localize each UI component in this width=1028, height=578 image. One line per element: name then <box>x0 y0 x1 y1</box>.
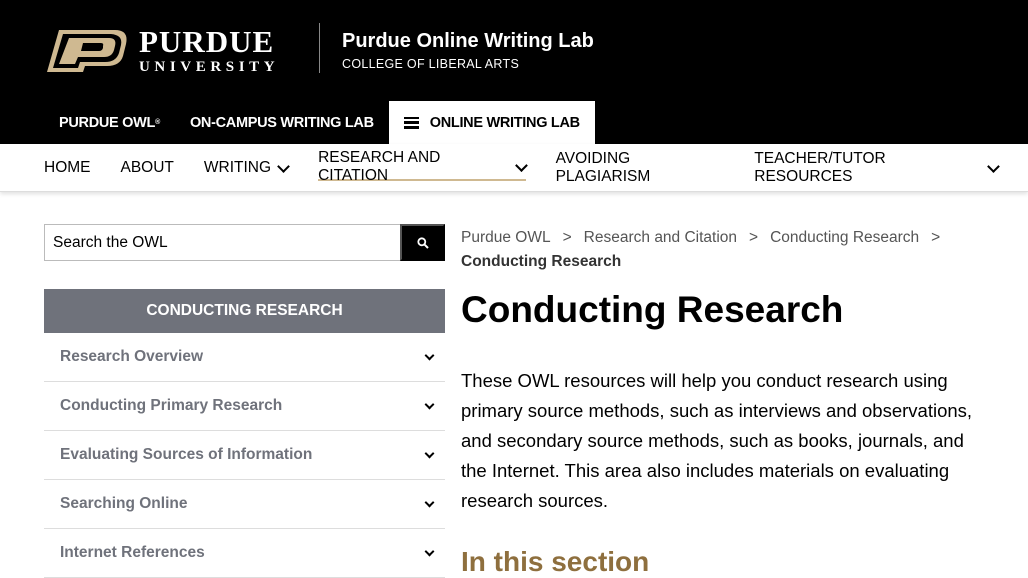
chevron-down-icon[interactable] <box>417 394 441 418</box>
tab-label: PURDUE OWL <box>59 114 156 131</box>
nav-label: AVOIDING PLAGIARISM <box>555 150 651 185</box>
sidebar-item-conducting-primary-research[interactable]: Conducting Primary Research <box>44 382 445 431</box>
sidebar-item-evaluating-sources[interactable]: Evaluating Sources of Information <box>44 431 445 480</box>
nav-items: HOME ABOUT WRITING RESEARCH AND CITATION… <box>44 144 1028 192</box>
sidebar-header[interactable]: CONDUCTING RESEARCH <box>44 289 445 333</box>
search-placeholder: Search the OWL <box>53 233 168 251</box>
tab-purdue-owl[interactable]: PURDUE OWL ® <box>44 101 175 144</box>
sidebar-item-searching-online[interactable]: Searching Online <box>44 480 445 529</box>
nav-label: HOME <box>44 159 91 176</box>
intro-paragraph: These OWL resources will help you conduc… <box>461 370 973 511</box>
chevron-down-icon[interactable] <box>417 443 441 467</box>
header-divider <box>319 23 320 73</box>
nav-label: TEACHER/TUTOR RESOURCES <box>754 150 886 185</box>
chevron-down-icon <box>514 158 528 172</box>
chevron-down-icon[interactable] <box>417 345 441 369</box>
search-button[interactable] <box>400 224 445 261</box>
breadcrumb-link[interactable]: Purdue OWL <box>461 229 551 246</box>
breadcrumb-current: Conducting Research <box>461 253 622 270</box>
hamburger-menu-icon <box>403 116 419 129</box>
nav-item-about[interactable]: ABOUT <box>121 155 174 181</box>
chevron-down-icon <box>277 159 290 173</box>
sidebar-item-label: Research Overview <box>60 348 204 365</box>
nav-item-avoiding-plagiarism[interactable]: AVOIDING PLAGIARISM <box>556 150 725 185</box>
sidebar-item-label: Evaluating Sources of Information <box>60 446 313 463</box>
breadcrumb-link[interactable]: Conducting Research <box>770 229 919 246</box>
purdue-logo[interactable]: PURDUE UNIVERSITY <box>45 26 295 76</box>
breadcrumb-link[interactable]: Research and Citation <box>584 229 737 246</box>
breadcrumb-separator: > <box>562 229 572 246</box>
section-heading: In this section <box>461 546 650 577</box>
sidebar-item-label: Internet References <box>60 544 205 561</box>
nav-item-research-and-citation[interactable]: RESEARCH AND CITATION <box>318 149 528 184</box>
nav-label: WRITING <box>203 159 272 176</box>
sidebar-item-label: Searching Online <box>60 495 188 512</box>
registered-mark: ® <box>155 119 160 126</box>
nav-item-writing[interactable]: WRITING <box>203 155 290 181</box>
page-title: Conducting Research <box>461 289 844 330</box>
nav-item-home[interactable]: HOME <box>44 155 91 181</box>
sidebar-list: Research Overview Conducting Primary Res… <box>44 333 445 578</box>
site-subtitle: COLLEGE OF LIBERAL ARTS <box>342 57 520 71</box>
breadcrumb: Purdue OWL > Research and Citation > Conduct… <box>461 226 1001 274</box>
breadcrumb-separator: > <box>749 229 759 246</box>
search-input[interactable]: Search the OWL <box>44 224 401 261</box>
site-title[interactable]: Purdue Online Writing Lab <box>342 30 594 53</box>
chevron-down-icon <box>987 159 1000 173</box>
chevron-down-icon[interactable] <box>417 492 441 516</box>
nav-item-teacher-tutor-resources[interactable]: TEACHER/TUTOR RESOURCES <box>754 150 1000 185</box>
sidebar-item-research-overview[interactable]: Research Overview <box>44 333 445 382</box>
main-nav: HOME ABOUT WRITING RESEARCH AND CITATION… <box>0 144 1028 192</box>
sidebar-item-label: Conducting Primary Research <box>60 397 283 414</box>
nav-label: RESEARCH AND CITATION <box>318 149 441 184</box>
purdue-p-icon <box>47 30 127 72</box>
breadcrumb-separator: > <box>931 229 941 246</box>
sidebar-item-internet-references[interactable]: Internet References <box>44 529 445 578</box>
logo-word-university: UNIVERSITY <box>139 59 280 75</box>
site-tabs: PURDUE OWL ® ON-CAMPUS WRITING LAB ONLINE… <box>44 101 595 144</box>
chevron-down-icon[interactable] <box>417 541 441 565</box>
logo-word-purdue: PURDUE <box>139 24 275 59</box>
nav-label: ABOUT <box>120 159 174 176</box>
tab-on-campus-writing-lab[interactable]: ON-CAMPUS WRITING LAB <box>175 101 389 144</box>
tab-label: ON-CAMPUS WRITING LAB <box>189 114 374 131</box>
tab-label: ONLINE WRITING LAB <box>429 114 580 131</box>
site-header: PURDUE UNIVERSITY Purdue Online Writing … <box>0 0 1028 144</box>
logo-wordmark: PURDUE UNIVERSITY <box>139 24 280 75</box>
tab-online-writing-lab[interactable]: ONLINE WRITING LAB <box>388 101 595 144</box>
search-icon <box>416 236 429 249</box>
